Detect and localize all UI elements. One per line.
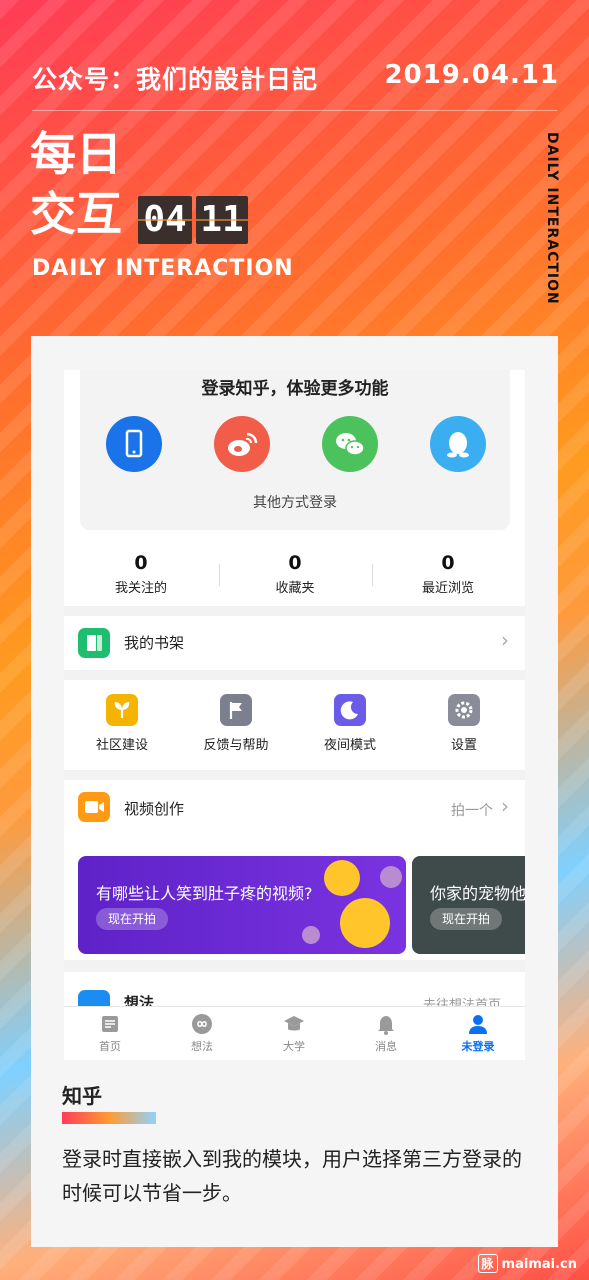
tool-community[interactable]: 社区建设: [72, 694, 172, 753]
stat-following[interactable]: 0 我关注的: [76, 552, 206, 596]
vertical-label: DAILY INTERACTION: [544, 132, 560, 305]
bookshelf-row[interactable]: 我的书架 ›: [64, 616, 525, 670]
stat-divider: [219, 564, 220, 586]
poster-date: 2019.04.11: [384, 60, 559, 90]
video-section-label: 视频创作: [124, 800, 185, 818]
description: 登录时直接嵌入到我的模块，用户选择第三方登录的时候可以节省一步。: [62, 1147, 522, 1205]
flip-day: 11: [196, 196, 248, 244]
watermark-text: maimai.cn: [501, 1257, 577, 1272]
video-camera-icon: [78, 792, 110, 822]
chevron-right-icon: ›: [501, 628, 509, 652]
chevron-right-icon: ›: [501, 794, 509, 818]
stat-favorites[interactable]: 0 收藏夹: [230, 552, 360, 596]
wechat-login-button[interactable]: [322, 416, 378, 472]
banner-title: 有哪些让人笑到肚子疼的视频?: [96, 884, 313, 903]
bottom-tab-bar: 首页 想法 大学 消息 未登录: [64, 1006, 525, 1060]
accent-bar: [62, 1112, 156, 1124]
tool-feedback[interactable]: 反馈与帮助: [186, 694, 286, 753]
watermark: 脉 maimai.cn: [477, 1254, 577, 1273]
laughing-emoji-icon: [380, 866, 402, 888]
shoot-now-button[interactable]: 现在开拍: [430, 908, 503, 930]
login-panel: 登录知乎，体验更多功能 其他方式登录: [80, 370, 510, 530]
video-banner-card[interactable]: 你家的宠物他 现在开拍: [412, 856, 525, 954]
qq-login-button[interactable]: [430, 416, 486, 472]
home-icon: [99, 1013, 121, 1035]
watermark-logo: 脉: [477, 1254, 498, 1273]
tool-label: 设置: [450, 738, 477, 753]
stats-row: 0 我关注的 0 收藏夹 0 最近浏览: [64, 542, 525, 606]
infinity-icon: [191, 1013, 213, 1035]
sprout-icon: [106, 694, 138, 726]
tab-messages[interactable]: 消息: [340, 1013, 432, 1054]
tab-label: 大学: [283, 1040, 305, 1053]
flag-icon: [220, 694, 252, 726]
stat-recent[interactable]: 0 最近浏览: [383, 552, 513, 596]
tool-settings[interactable]: 设置: [414, 694, 514, 753]
tools-grid: 社区建设 反馈与帮助 夜间模式 设置: [64, 680, 525, 770]
poster-header: 公众号：我们的設計日記 2019.04.11 每日 交互 04 11 DAILY…: [0, 0, 589, 330]
banner-title: 你家的宠物他: [430, 884, 525, 903]
video-action-link[interactable]: 拍一个: [451, 800, 493, 820]
title-line-2: 交互: [30, 187, 122, 241]
tab-label: 首页: [99, 1040, 121, 1053]
stat-label: 最近浏览: [421, 581, 474, 596]
other-login-link[interactable]: 其他方式登录: [80, 492, 510, 512]
tab-home[interactable]: 首页: [64, 1013, 156, 1054]
phone-icon: [125, 429, 143, 458]
phone-screenshot: 登录知乎，体验更多功能 其他方式登录 0 我关注的 0 收藏夹 0 最近浏览 我…: [64, 370, 525, 1060]
tool-label: 夜间模式: [323, 738, 376, 753]
rofl-emoji-icon: [340, 898, 390, 948]
tab-ideas[interactable]: 想法: [156, 1013, 248, 1054]
phone-login-button[interactable]: [106, 416, 162, 472]
bookshelf-label: 我的书架: [124, 634, 185, 652]
tab-label: 未登录: [461, 1040, 495, 1053]
tool-label: 反馈与帮助: [203, 738, 269, 753]
subtitle: DAILY INTERACTION: [32, 256, 294, 281]
graduation-cap-icon: [283, 1013, 305, 1035]
weibo-icon: [228, 432, 258, 456]
tab-label: 消息: [375, 1040, 397, 1053]
wechat-icon: [336, 433, 365, 456]
content-card: 登录知乎，体验更多功能 其他方式登录 0 我关注的 0 收藏夹 0 最近浏览 我…: [31, 336, 558, 1247]
account-name: 公众号：我们的設計日記: [32, 65, 319, 94]
stat-divider: [372, 564, 373, 586]
video-banner-card[interactable]: 有哪些让人笑到肚子疼的视频? 现在开拍: [78, 856, 406, 954]
weibo-login-button[interactable]: [214, 416, 270, 472]
stat-label: 我关注的: [114, 581, 167, 596]
book-icon: [78, 628, 110, 658]
stat-value: 0: [288, 552, 302, 574]
stat-value: 0: [441, 552, 455, 574]
shoot-now-button[interactable]: 现在开拍: [96, 908, 169, 930]
video-section: 视频创作 拍一个 › 有哪些让人笑到肚子疼的视频? 现在开拍 你家的宠物他 现在…: [64, 780, 525, 960]
tab-university[interactable]: 大学: [248, 1013, 340, 1054]
title-line-1: 每日: [30, 127, 122, 181]
user-icon: [467, 1013, 489, 1035]
flip-month: 04: [138, 196, 192, 244]
gear-icon: [448, 694, 480, 726]
stat-value: 0: [134, 552, 148, 574]
qq-icon: [447, 432, 469, 458]
login-title: 登录知乎，体验更多功能: [201, 379, 389, 399]
tool-night-mode[interactable]: 夜间模式: [300, 694, 400, 753]
tab-profile[interactable]: 未登录: [432, 1013, 524, 1054]
laughing-emoji-icon: [324, 860, 360, 896]
login-section: 登录知乎，体验更多功能 其他方式登录: [64, 370, 525, 542]
tab-label: 想法: [191, 1040, 213, 1053]
moon-icon: [334, 694, 366, 726]
bell-icon: [375, 1013, 397, 1035]
app-name: 知乎: [62, 1084, 102, 1108]
laughing-emoji-icon: [302, 926, 320, 944]
tool-label: 社区建设: [95, 738, 148, 753]
stat-label: 收藏夹: [275, 581, 315, 596]
header-divider: [32, 110, 557, 111]
